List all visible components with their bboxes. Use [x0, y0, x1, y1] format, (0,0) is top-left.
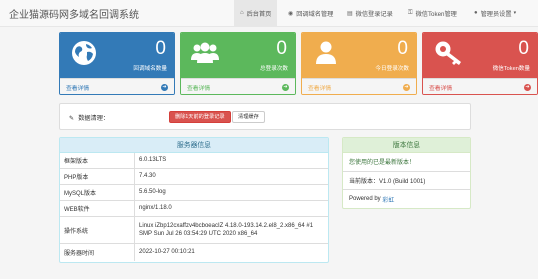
table-row: 框架版本 6.0.13LTS [60, 153, 328, 169]
row-value: 6.0.13LTS [139, 157, 167, 164]
caret-down-icon: ▾ [513, 10, 517, 16]
row-value: nginx/1.18.0 [139, 205, 172, 212]
current-version: 当前版本：V1.0 (Build 1001) [343, 172, 470, 190]
table-row: 服务器时间 2022-10-27 00:10:21 [60, 244, 328, 261]
card-total-logins: 0 总登录次数 查看详情 ➜ [180, 32, 296, 95]
today-logins-details-link[interactable]: 查看详情 ➜ [302, 78, 416, 94]
token-count-details-link[interactable]: 查看详情 ➜ [423, 78, 537, 94]
row-key: WEB软件 [60, 201, 136, 216]
globe-icon [72, 41, 96, 65]
table-row: 操作系统 Linux iZbp12cxaffzv4bcboeacIZ 4.18.… [60, 217, 328, 244]
latest-version-notice: 您使用的已是最新版本！ [343, 153, 470, 172]
list-icon: ▤ [347, 10, 353, 17]
row-key: 操作系统 [60, 217, 136, 243]
token-count-label: 微信Token数量 [492, 66, 530, 72]
powered-by-label: Powered by [349, 196, 381, 203]
details-label: 查看详情 [66, 85, 90, 92]
card-token-count: 0 微信Token数量 查看详情 ➜ [422, 32, 538, 95]
arrow-right-icon: ➜ [403, 83, 410, 91]
row-key: MySQL版本 [60, 185, 136, 200]
row-value: 2022-10-27 00:10:21 [139, 249, 195, 256]
key-icon [435, 41, 461, 65]
top-navbar: 企业猫源码网多域名回调系统 ⌂ 后台首页 ◉ 回调域名管理 ▤ 微信登录记录 ⚿… [0, 0, 538, 27]
table-row: MySQL版本 5.6.50-log [60, 185, 328, 201]
row-value: 5.6.50-log [139, 189, 166, 196]
brand-title[interactable]: 企业猫源码网多域名回调系统 [9, 6, 139, 21]
row-key: PHP版本 [60, 169, 136, 184]
card-today-logins: 0 今日登录次数 查看详情 ➜ [301, 32, 417, 95]
version-info-title: 版本信息 [343, 138, 470, 153]
domain-count-label: 回调域名数量 [133, 66, 167, 72]
nav-token[interactable]: ⚿ 微信Token管理 [402, 0, 463, 26]
details-label: 查看详情 [187, 85, 211, 92]
table-row: WEB软件 nginx/1.18.0 [60, 201, 328, 217]
arrow-right-icon: ➜ [282, 83, 289, 91]
powered-by: Powered by 彩虹 [343, 190, 470, 208]
today-logins-value: 0 [397, 38, 408, 59]
table-row: PHP版本 7.4.30 [60, 169, 328, 185]
version-info-panel: 版本信息 您使用的已是最新版本！ 当前版本：V1.0 (Build 1001) … [342, 137, 471, 209]
nav-login-records[interactable]: ▤ 微信登录记录 [341, 0, 399, 26]
row-value: 7.4.30 [139, 173, 156, 180]
token-count-value: 0 [518, 38, 529, 59]
nav-domains[interactable]: ◉ 回调域名管理 [282, 0, 339, 26]
nav-admin-settings[interactable]: ● 管理员设置 ▾ [468, 0, 522, 26]
user-icon: ● [474, 10, 478, 16]
nav-home[interactable]: ⌂ 后台首页 [234, 0, 278, 26]
total-logins-details-link[interactable]: 查看详情 ➜ [181, 78, 295, 94]
globe-icon: ◉ [288, 10, 294, 17]
delete-old-logins-button[interactable]: 删除1天前的登录记录 [169, 111, 231, 123]
domain-count-value: 0 [155, 38, 166, 59]
row-key: 服务器时间 [60, 244, 136, 261]
nav-domains-label: 回调域名管理 [296, 10, 334, 18]
card-domain-count: 0 回调域名数量 查看详情 ➜ [59, 32, 175, 95]
home-icon: ⌂ [240, 10, 244, 16]
key-icon: ⚿ [408, 9, 413, 16]
row-value: Linux iZbp12cxaffzv4bcboeacIZ 4.18.0-193… [139, 222, 314, 238]
eraser-icon: ✎ [69, 115, 75, 122]
nav-token-label: 微信Token管理 [415, 10, 457, 18]
author-link[interactable]: 彩虹 [382, 195, 394, 204]
data-clean-label: 数据清理： [78, 115, 110, 122]
arrow-right-icon: ➜ [524, 83, 531, 91]
data-clean-title: ✎ 数据清理： [69, 113, 109, 122]
user-icon [316, 41, 336, 64]
data-clean-panel: ✎ 数据清理： 删除1天前的登录记录 清理缓存 [59, 103, 471, 130]
today-logins-label: 今日登录次数 [375, 66, 409, 72]
nav-home-label: 后台首页 [246, 10, 272, 18]
row-key: 框架版本 [60, 153, 136, 168]
arrow-right-icon: ➜ [161, 83, 168, 91]
domain-count-details-link[interactable]: 查看详情 ➜ [60, 78, 174, 94]
details-label: 查看详情 [429, 85, 453, 92]
total-logins-label: 总登录次数 [260, 66, 288, 72]
server-info-title: 服务器信息 [60, 138, 328, 153]
server-info-panel: 服务器信息 框架版本 6.0.13LTS PHP版本 7.4.30 MySQL版… [59, 137, 329, 263]
clear-cache-button[interactable]: 清理缓存 [232, 111, 265, 123]
details-label: 查看详情 [308, 85, 332, 92]
nav-admin-label: 管理员设置 [480, 10, 512, 18]
total-logins-value: 0 [276, 38, 287, 59]
nav-login-records-label: 微信登录记录 [355, 10, 393, 18]
users-icon [191, 42, 219, 63]
